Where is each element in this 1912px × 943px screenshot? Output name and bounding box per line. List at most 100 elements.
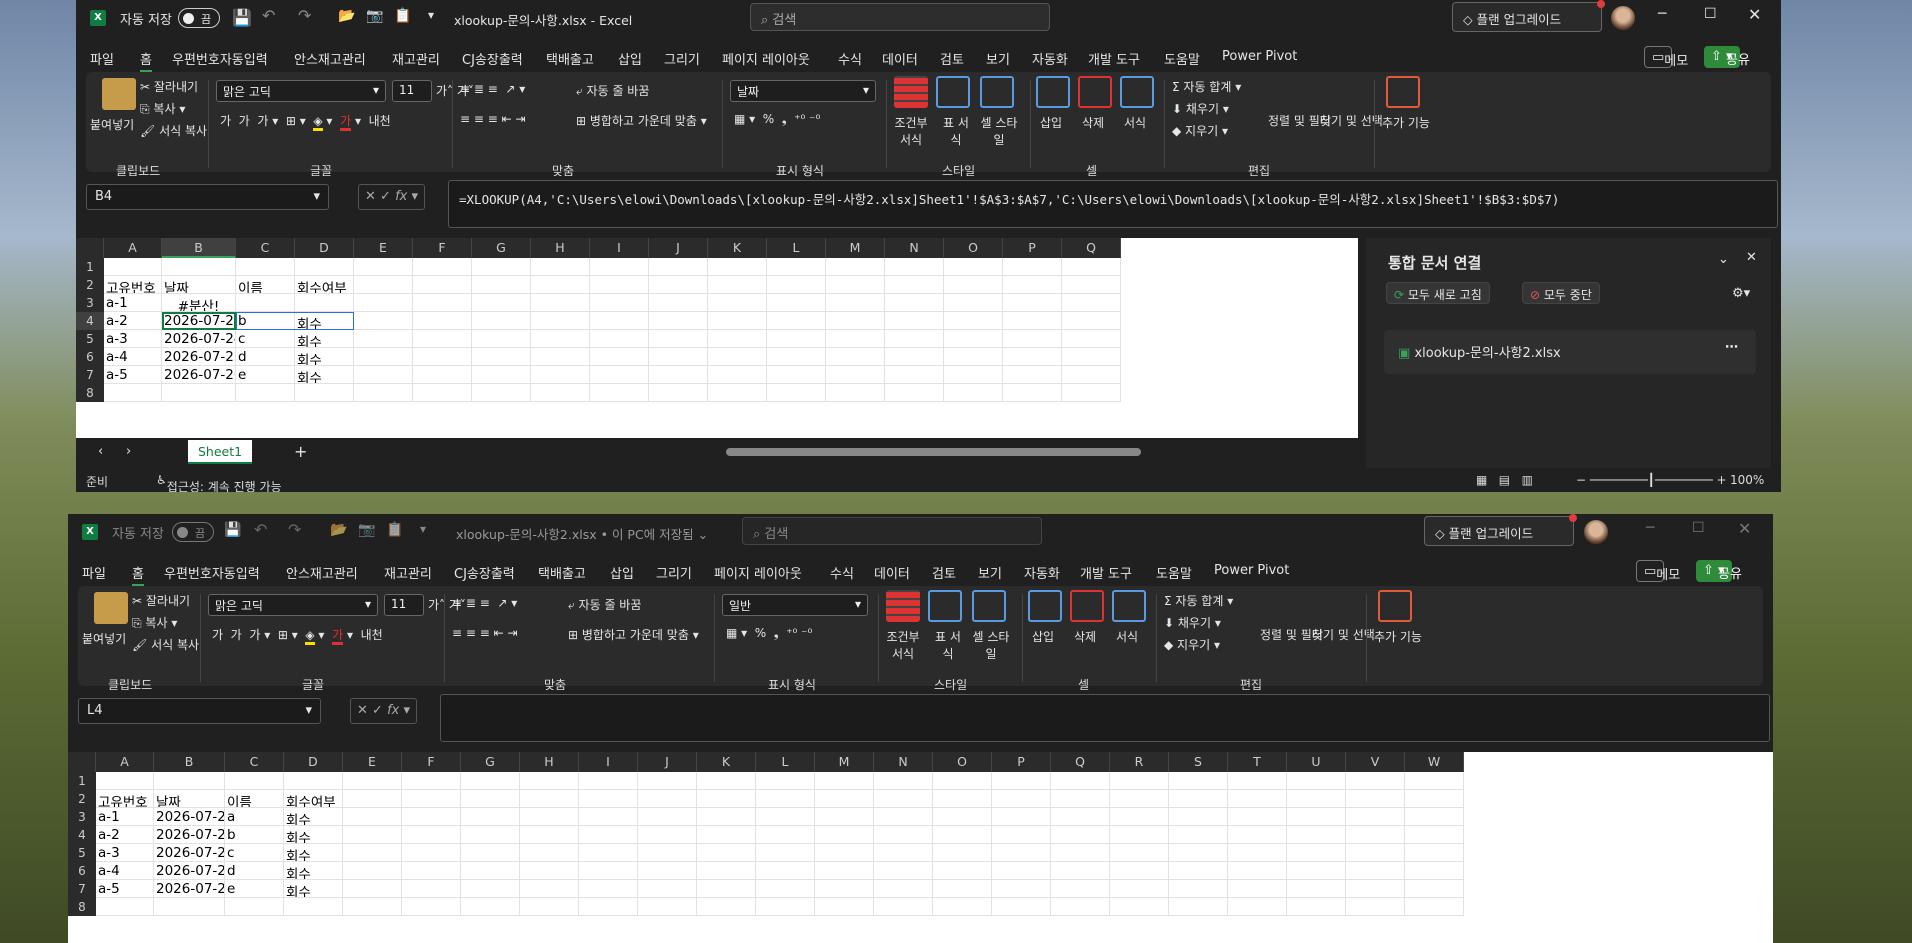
number-format-select[interactable]: 날짜 ▾ bbox=[730, 80, 876, 102]
cell[interactable]: d bbox=[236, 348, 295, 366]
cell[interactable] bbox=[1062, 294, 1121, 312]
cell[interactable] bbox=[413, 276, 472, 294]
cell[interactable] bbox=[756, 898, 815, 916]
cell[interactable] bbox=[708, 366, 767, 384]
chevron-down-icon[interactable]: ⌄ bbox=[1718, 252, 1729, 267]
format-painter-button[interactable]: 🖌 서식 복사 bbox=[140, 122, 207, 139]
column-header[interactable]: L bbox=[767, 238, 826, 258]
cell[interactable] bbox=[874, 844, 933, 862]
column-header[interactable]: F bbox=[413, 238, 472, 258]
cell[interactable] bbox=[874, 898, 933, 916]
cell[interactable] bbox=[885, 384, 944, 402]
tab-zipcode[interactable]: 우편번호자동입력 bbox=[164, 563, 260, 582]
customize-qat-icon[interactable]: ▾ bbox=[420, 522, 426, 536]
cell[interactable] bbox=[1003, 330, 1062, 348]
cell[interactable] bbox=[472, 384, 531, 402]
cell[interactable] bbox=[767, 294, 826, 312]
cell[interactable] bbox=[1346, 844, 1405, 862]
cell[interactable] bbox=[579, 880, 638, 898]
cell[interactable] bbox=[944, 366, 1003, 384]
window-title[interactable]: xlookup-문의-사항2.xlsx • 이 PC에 저장됨 ⌄ bbox=[456, 524, 708, 543]
cell[interactable] bbox=[579, 862, 638, 880]
hscrollbar[interactable] bbox=[726, 448, 1141, 456]
cell[interactable] bbox=[885, 258, 944, 276]
delete-cells-icon[interactable] bbox=[1070, 590, 1104, 622]
cell[interactable] bbox=[413, 330, 472, 348]
cell[interactable] bbox=[590, 294, 649, 312]
cell[interactable] bbox=[1346, 862, 1405, 880]
cell[interactable] bbox=[413, 348, 472, 366]
cell[interactable] bbox=[354, 276, 413, 294]
cell[interactable] bbox=[756, 790, 815, 808]
cell[interactable] bbox=[1110, 790, 1169, 808]
cell[interactable] bbox=[708, 294, 767, 312]
cell[interactable] bbox=[815, 898, 874, 916]
copy-button[interactable]: ⎘ 복사 ▾ bbox=[140, 100, 185, 117]
column-header[interactable]: M bbox=[815, 752, 874, 772]
cell[interactable] bbox=[708, 384, 767, 402]
addins-icon[interactable] bbox=[1378, 590, 1412, 622]
cell[interactable] bbox=[520, 772, 579, 790]
cell[interactable]: 회수 bbox=[295, 330, 354, 348]
cell[interactable] bbox=[826, 384, 885, 402]
redo-icon[interactable]: ↷ bbox=[288, 520, 301, 539]
cell[interactable] bbox=[402, 880, 461, 898]
column-header[interactable]: U bbox=[1287, 752, 1346, 772]
cell[interactable] bbox=[461, 898, 520, 916]
cell-style-icon[interactable] bbox=[972, 590, 1006, 622]
paste-icon[interactable] bbox=[94, 592, 128, 624]
column-header[interactable]: O bbox=[933, 752, 992, 772]
zoom-slider[interactable]: − ────────┃──────── + bbox=[1576, 473, 1727, 487]
cell[interactable] bbox=[402, 862, 461, 880]
cell[interactable] bbox=[1346, 826, 1405, 844]
cell[interactable] bbox=[1062, 330, 1121, 348]
panel-close-icon[interactable]: ✕ bbox=[1746, 250, 1757, 265]
cell[interactable]: 회수 bbox=[295, 312, 354, 330]
cell[interactable] bbox=[638, 862, 697, 880]
column-header[interactable]: B bbox=[162, 238, 236, 258]
row-header[interactable]: 7 bbox=[68, 880, 96, 898]
tab-developer[interactable]: 개발 도구 bbox=[1080, 563, 1132, 582]
cell[interactable] bbox=[1003, 276, 1062, 294]
format-table-icon[interactable] bbox=[936, 76, 970, 108]
cell[interactable] bbox=[472, 276, 531, 294]
column-header[interactable]: Q bbox=[1051, 752, 1110, 772]
cell[interactable]: 회수여부 bbox=[295, 276, 354, 294]
cell[interactable] bbox=[697, 898, 756, 916]
cell[interactable] bbox=[826, 312, 885, 330]
cell[interactable] bbox=[472, 366, 531, 384]
cell[interactable]: e bbox=[225, 880, 284, 898]
cell[interactable]: c bbox=[225, 844, 284, 862]
column-header[interactable]: A bbox=[104, 238, 162, 258]
maximize-button[interactable]: ☐ bbox=[1692, 520, 1705, 536]
cell[interactable]: a-5 bbox=[96, 880, 154, 898]
cell[interactable] bbox=[472, 294, 531, 312]
cell[interactable] bbox=[1346, 898, 1405, 916]
column-header[interactable]: O bbox=[944, 238, 1003, 258]
cell[interactable] bbox=[461, 790, 520, 808]
font-name-select[interactable]: 맑은 고딕 ▾ bbox=[208, 594, 378, 616]
cell[interactable] bbox=[1003, 384, 1062, 402]
cell[interactable] bbox=[343, 826, 402, 844]
cell[interactable] bbox=[1405, 880, 1464, 898]
column-header[interactable]: J bbox=[649, 238, 708, 258]
cell[interactable] bbox=[402, 772, 461, 790]
format-table-button[interactable]: 표 서식 bbox=[938, 114, 974, 148]
cell[interactable] bbox=[461, 844, 520, 862]
cell[interactable] bbox=[1110, 898, 1169, 916]
cell[interactable] bbox=[1346, 808, 1405, 826]
cell[interactable] bbox=[767, 330, 826, 348]
cell[interactable]: 이름 bbox=[225, 790, 284, 808]
wrap-text-button[interactable]: ⤶ 자동 줄 바꿈 bbox=[576, 82, 649, 99]
add-sheet-icon[interactable]: + bbox=[294, 442, 307, 461]
cell[interactable] bbox=[826, 294, 885, 312]
cell[interactable] bbox=[154, 772, 225, 790]
cell[interactable] bbox=[354, 384, 413, 402]
cell[interactable] bbox=[520, 880, 579, 898]
paste-icon[interactable] bbox=[102, 78, 136, 110]
conditional-format-icon[interactable] bbox=[894, 76, 928, 108]
cell[interactable] bbox=[933, 790, 992, 808]
row-header[interactable]: 3 bbox=[76, 294, 104, 312]
tab-file[interactable]: 파일 bbox=[82, 563, 106, 582]
cell[interactable] bbox=[531, 366, 590, 384]
